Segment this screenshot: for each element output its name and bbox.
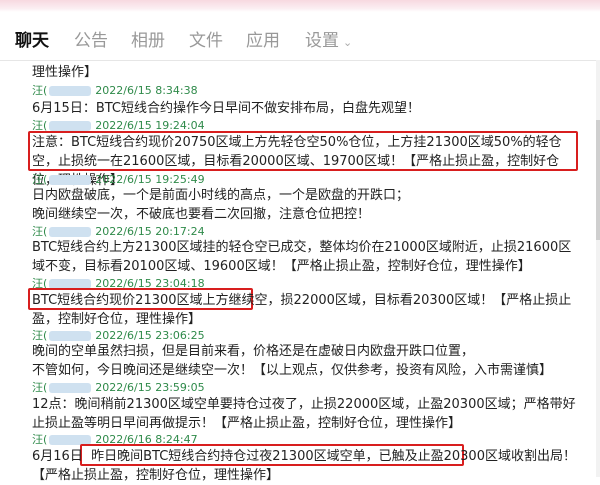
- message-time: 2022/6/15 23:59:05: [95, 381, 205, 394]
- message-text: 6月15日：BTC短线合约操作今日早间不做安排布局，白盘先观望！: [32, 101, 420, 116]
- avatar[interactable]: [49, 121, 92, 131]
- top-tab-bar: 聊天 公告 相册 文件 应用 设置 ⌄: [0, 0, 600, 61]
- avatar[interactable]: [49, 86, 92, 96]
- tab-settings-label: 设置: [305, 31, 339, 51]
- sender-name: 汪(: [32, 173, 48, 186]
- tab-files[interactable]: 文件: [189, 26, 223, 51]
- message-sender: 汪( 2022/6/15 23:06:25: [32, 329, 205, 343]
- message-time: 2022/6/15 8:34:38: [95, 84, 198, 97]
- avatar[interactable]: [49, 227, 92, 237]
- chevron-down-icon: ⌄: [343, 36, 353, 49]
- tab-settings[interactable]: 设置 ⌄: [305, 26, 352, 51]
- message-sender: 汪( 2022/6/15 20:17:24: [32, 225, 205, 239]
- tab-announcement[interactable]: 公告: [74, 26, 108, 51]
- message-text: 日内欧盘破底，一个是前面小时线的高点，一个是欧盘的开跌口；: [32, 188, 410, 203]
- message-time: 2022/6/15 20:17:24: [95, 225, 205, 238]
- avatar[interactable]: [49, 175, 92, 185]
- message-time: 2022/6/15 19:25:49: [95, 173, 205, 186]
- message-text: 晚间的空单虽然扫损，但是目前来看，价格还是在虚破日内欧盘开跌口位置，: [32, 344, 475, 359]
- message-text: 6月16日 昨日晚间BTC短线合约持仓过夜21300区域空单，已触及止盈2030…: [32, 447, 580, 485]
- message-sender: 汪( 2022/6/15 19:25:49: [32, 173, 205, 187]
- highlighted-text: BTC短线合约现价21300区域上方继续空，: [32, 293, 281, 308]
- message-text: 不管如何，今日晚间还是继续空一次！【以上观点，仅供参考，投资有风险，入市需谨慎】: [32, 363, 553, 378]
- message-sender: 汪( 2022/6/15 8:34:38: [32, 84, 198, 98]
- avatar[interactable]: [49, 383, 92, 393]
- message-text: 12点：晚间稍前21300区域空单要持仓过夜了，止损22000区域，止盈2030…: [32, 397, 576, 431]
- sender-name: 汪(: [32, 84, 48, 97]
- sender-name: 汪(: [32, 433, 48, 446]
- window-accent-strip: [0, 0, 600, 12]
- tab-apps[interactable]: 应用: [246, 26, 280, 51]
- sender-name: 汪(: [32, 381, 48, 394]
- message-text-rest: 【严格止损止盈，控制好仓位，理性操作】: [32, 468, 280, 483]
- message-text: 理性操作】: [32, 65, 98, 80]
- scrollbar-thumb[interactable]: [596, 120, 600, 240]
- avatar[interactable]: [49, 331, 92, 341]
- sender-name: 汪(: [32, 329, 48, 342]
- highlighted-text: 昨日晚间BTC短线合约持仓过夜21300区域空单，已触及止盈20300区域收割出…: [91, 449, 576, 464]
- message-text: 晚间继续空一次，不破底也要看二次回撤，注意仓位把控！: [32, 207, 371, 222]
- tab-album[interactable]: 相册: [131, 26, 165, 51]
- message-time: 2022/6/15 23:06:25: [95, 329, 205, 342]
- message-text: BTC短线合约上方21300区域挂的轻仓空已成交，整体均价在21000区域附近，…: [32, 240, 572, 274]
- tab-chat[interactable]: 聊天: [15, 26, 49, 51]
- message-date-prefix: 6月16日: [32, 449, 83, 464]
- message-text: BTC短线合约现价21300区域上方继续空，损22000区域，目标看20300区…: [32, 291, 580, 329]
- message-sender: 汪( 2022/6/15 23:59:05: [32, 381, 205, 395]
- sender-name: 汪(: [32, 225, 48, 238]
